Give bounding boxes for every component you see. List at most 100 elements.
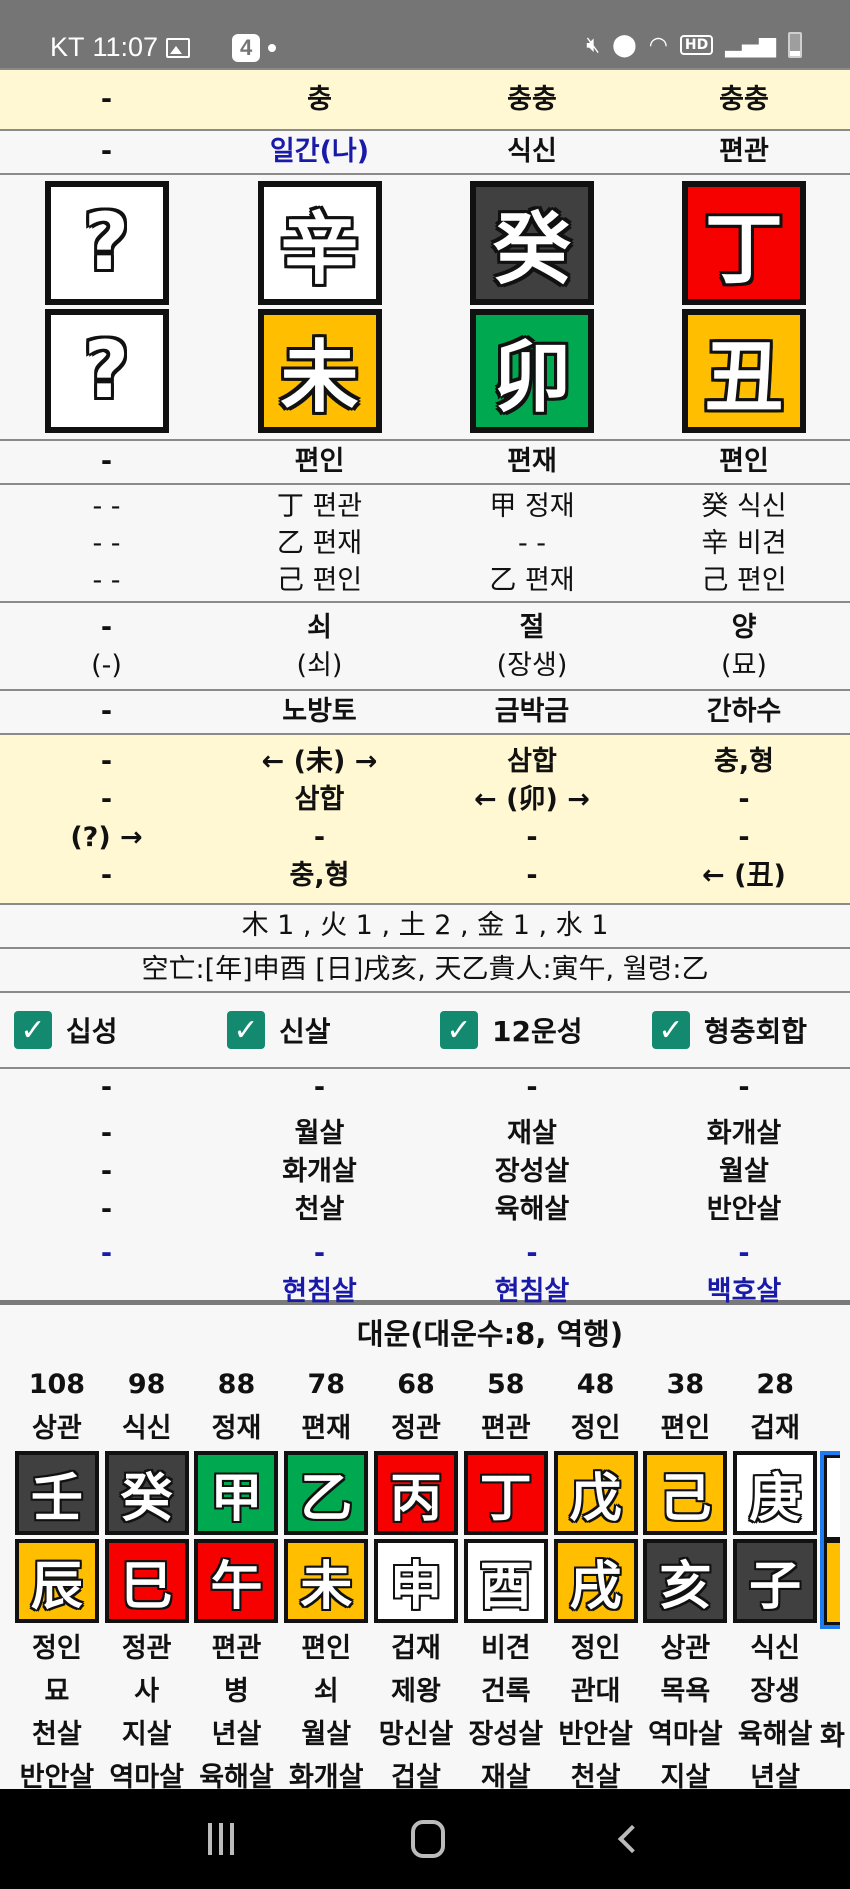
five-elements-count: 木 1 , 火 1 , 土 2 , 金 1 , 水 1 <box>241 910 609 941</box>
daewoon-stage: 목욕 <box>660 1676 711 1707</box>
daewoon-stem-tile[interactable]: 己 <box>643 1451 728 1535</box>
daewoon-branch-tengod: 비견 <box>480 1633 531 1664</box>
daewoon-age: 108 <box>28 1369 86 1400</box>
checkbox-sipseong[interactable]: ✓ 십성 <box>0 993 213 1067</box>
sinsal-item: 화개살 <box>706 1118 782 1149</box>
daewoon-column[interactable]: 98 식신 癸巳 정관 사 지살 역마살 <box>102 1363 192 1799</box>
sinsal-hour: - - - - - <box>0 1069 213 1311</box>
daewoon-stem-tengod: 편관 <box>480 1413 531 1444</box>
daewoon-stem-tile[interactable]: 癸 <box>104 1451 189 1535</box>
hidden-stem: - - <box>92 490 121 522</box>
stem-tengod-month: 식신 <box>507 136 557 167</box>
daewoon-stem-tile[interactable]: 乙 <box>284 1451 369 1535</box>
daewoon-section: 대운(대운수:8, 역행) 108 상관 壬辰 정인 묘 천살 반안살 98 식신 癸巳 정관 사 지살… <box>0 1305 850 1799</box>
chung-row: - 충 충충 충충 <box>0 70 850 131</box>
daewoon-stem-tile[interactable]: 丙 <box>374 1451 459 1535</box>
daewoon-branch-tile[interactable]: 戌 <box>553 1539 638 1623</box>
sinsal-item: - <box>100 1156 113 1187</box>
stage-year: 양 (묘) <box>638 603 850 689</box>
branch-tile[interactable]: ? <box>44 309 169 433</box>
info-row: 空亡:[年]申酉 [日]戌亥, 天乙貴人:寅午, 월령:乙 <box>0 949 850 993</box>
daewoon-stage: 장생 <box>750 1676 800 1707</box>
daewoon-branch-tile[interactable]: 酉 <box>463 1539 548 1623</box>
daewoon-branch-tile[interactable]: 亥 <box>643 1539 728 1623</box>
stem-tengod-row: - 일간(나) 식신 편관 <box>0 131 850 175</box>
relations-day: ← (未) → 삼합 - 충,형 <box>213 735 426 903</box>
daewoon-branch-tile[interactable]: 子 <box>733 1539 818 1623</box>
hidden-stem: - - <box>92 564 121 596</box>
daewoon-stem-tile[interactable]: 庚 <box>733 1451 818 1535</box>
relation-item: - <box>313 822 326 853</box>
back-button[interactable] <box>617 1824 646 1854</box>
stage-main: 양 <box>731 611 757 643</box>
daewoon-branch-tile[interactable]: 申 <box>374 1539 459 1623</box>
sinsal-item: - <box>100 1194 113 1225</box>
recent-apps-button[interactable] <box>208 1823 235 1855</box>
stem-tile[interactable]: ? <box>44 181 169 305</box>
checkbox-hyeongchung[interactable]: ✓ 형충회합 <box>638 993 850 1067</box>
daewoon-age: 78 <box>307 1369 346 1400</box>
daewoon-stem-tile[interactable]: 丁 <box>463 1451 548 1535</box>
home-button[interactable] <box>410 1820 445 1858</box>
daewoon-branch-tile[interactable]: 未 <box>284 1539 369 1623</box>
daewoon-current-column[interactable]: 화 <box>820 1363 850 1799</box>
checkbox-12unseong[interactable]: ✓ 12운성 <box>426 993 638 1067</box>
relations-row: - - (?) → - ← (未) → 삼합 - 충,형 삼합 ← (卯) → … <box>0 735 850 905</box>
checkbox-label: 형충회합 <box>704 1015 808 1048</box>
pillar-year: 丁 丑 <box>638 175 850 439</box>
stem-tile[interactable]: 癸 <box>470 181 594 305</box>
daewoon-branch-tengod: 겁재 <box>391 1633 441 1664</box>
daewoon-column[interactable]: 78 편재 乙未 편인 쇠 월살 화개살 <box>281 1363 371 1799</box>
pillar-day: 辛 未 <box>213 175 426 439</box>
daewoon-column[interactable]: 38 편인 己亥 상관 목욕 역마살 지살 <box>640 1363 730 1799</box>
sinsal-special: - <box>313 1238 326 1269</box>
branch-tile[interactable]: 丑 <box>682 309 806 433</box>
hidden-stem: 辛 비견 <box>701 527 787 559</box>
sinsal-special: 현침살 <box>282 1276 357 1307</box>
daewoon-branch-tile[interactable] <box>824 1540 841 1625</box>
sinsal-special: 백호살 <box>706 1276 782 1307</box>
daewoon-branch-tile[interactable]: 巳 <box>104 1539 189 1623</box>
clock: 11:07 <box>92 32 159 62</box>
status-bar: KT 11:07 4 🔇︎ ⬤ ◠ HD ▂▄▆ <box>0 0 850 68</box>
daewoon-column[interactable]: 68 정관 丙申 겁재 제왕 망신살 겁살 <box>371 1363 461 1799</box>
daewoon-column[interactable]: 108 상관 壬辰 정인 묘 천살 반안살 <box>12 1363 102 1799</box>
current-daewoon-highlight[interactable] <box>820 1451 841 1629</box>
hidden-stem: 乙 편재 <box>489 564 575 596</box>
daewoon-grid[interactable]: 108 상관 壬辰 정인 묘 천살 반안살 98 식신 癸巳 정관 사 지살 역마살 88 정재 甲午 편관 병 년살… <box>0 1363 850 1799</box>
sinsal-item: 육해살 <box>494 1194 570 1225</box>
stem-tile[interactable]: 丁 <box>682 181 806 305</box>
daewoon-stem-tile[interactable]: 甲 <box>194 1451 279 1535</box>
daewoon-branch-tile[interactable]: 午 <box>194 1539 279 1623</box>
branch-tile[interactable]: 卯 <box>470 309 594 433</box>
daewoon-column[interactable]: 58 편관 丁酉 비견 건록 장성살 재살 <box>461 1363 551 1799</box>
sinsal-item: - <box>100 1118 113 1149</box>
pillar-tiles-row: ? ? 辛 未 癸 卯 丁 丑 <box>0 175 850 441</box>
daewoon-age: 38 <box>666 1369 705 1400</box>
branch-tile[interactable]: 未 <box>257 309 382 433</box>
daewoon-column[interactable]: 48 정인 戊戌 정인 관대 반안살 천살 <box>551 1363 641 1799</box>
daewoon-branch-tengod: 정인 <box>570 1633 621 1664</box>
daewoon-sal: 월살 <box>301 1719 352 1750</box>
saju-page: 시주 일주 월주 년주 - 충 충충 충충 - 일간(나) 식신 편관 ? ? … <box>0 0 850 1799</box>
hidden-stems-row: - - - - - - 丁 편관 乙 편재 己 편인 甲 정재 - - 乙 편재… <box>0 485 850 603</box>
pillar-month: 癸 卯 <box>426 175 638 439</box>
signal-icon: ▂▄▆ <box>725 32 776 58</box>
daewoon-stage: 쇠 <box>313 1676 339 1707</box>
checkbox-label: 십성 <box>66 1015 118 1048</box>
branch-tengod-year: 편인 <box>719 446 769 477</box>
daewoon-stem-tile[interactable]: 戊 <box>553 1451 638 1535</box>
daewoon-column[interactable]: 28 겁재 庚子 식신 장생 육해살 년살 <box>730 1363 820 1799</box>
daewoon-stem-tile[interactable] <box>824 1455 841 1540</box>
gallery-icon <box>166 37 191 58</box>
sinsal-item: 월살 <box>294 1118 345 1149</box>
sinsal-item: - <box>738 1072 750 1103</box>
napeum-day: 노방토 <box>282 696 357 727</box>
daewoon-stem-tile[interactable]: 壬 <box>14 1451 99 1535</box>
daewoon-column[interactable]: 88 정재 甲午 편관 병 년살 육해살 <box>192 1363 282 1799</box>
daewoon-sal: 지살 <box>121 1719 172 1750</box>
daewoon-branch-tile[interactable]: 辰 <box>14 1539 99 1623</box>
checkbox-sinsal[interactable]: ✓ 신살 <box>213 993 426 1067</box>
stem-tile[interactable]: 辛 <box>257 181 382 305</box>
stage-main: 쇠 <box>307 611 332 643</box>
